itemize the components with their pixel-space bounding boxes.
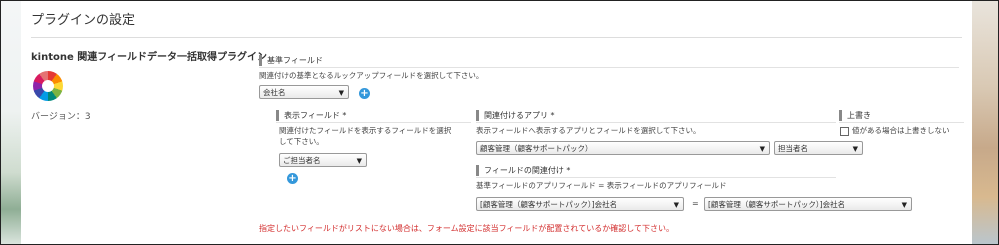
display-field-divider [276, 122, 471, 123]
title-divider [31, 37, 962, 38]
related-field-select[interactable]: 担当者名 ▼ [774, 141, 863, 155]
field-relation-label: フィールドの関連付け * [476, 165, 570, 176]
plugin-settings-panel: プラグインの設定 kintone 関連フィールドデータ一括取得プラグイン バージ… [21, 1, 972, 244]
related-app-select[interactable]: 顧客管理（顧客サポートパック） ▼ [476, 141, 770, 155]
display-field-label: 表示フィールド * [276, 110, 346, 121]
field-not-found-notice: 指定したいフィールドがリストにない場合は、フォーム設定に該当フィールドが配置され… [259, 224, 674, 233]
window-frame: プラグインの設定 kintone 関連フィールドデータ一括取得プラグイン バージ… [0, 0, 999, 245]
overwrite-label: 上書き [839, 110, 871, 121]
add-base-field-button[interactable]: + [359, 88, 370, 99]
base-field-hint: 関連付けの基準となるルックアップフィールドを選択して下さい。 [259, 71, 484, 80]
display-field-select-value: ご担当者名 [283, 156, 321, 165]
chevron-down-icon: ▼ [673, 201, 679, 209]
overwrite-checkbox-label: 値がある場合は上書きしない [852, 126, 950, 135]
base-field-select-value: 会社名 [263, 88, 286, 97]
page-title: プラグインの設定 [31, 13, 136, 28]
display-field-hint-line1: 関連付けたフィールドを表示するフィールドを選択 [279, 126, 452, 135]
field-relation-left-select[interactable]: [顧客管理（顧客サポートパック）]会社名 ▼ [476, 197, 684, 211]
color-wheel-icon [33, 71, 63, 101]
add-display-field-button[interactable]: + [287, 173, 298, 184]
related-app-hint: 表示フィールドへ表示するアプリとフィールドを選択して下さい。 [476, 126, 701, 135]
plugin-name: kintone 関連フィールドデータ一括取得プラグイン [31, 52, 268, 63]
display-field-select[interactable]: ご担当者名 ▼ [279, 153, 367, 167]
base-field-label: 基準フィールド [259, 55, 323, 66]
equals-sign: = [692, 199, 699, 208]
display-field-hint-line2: して下さい。 [279, 137, 324, 146]
chevron-down-icon: ▼ [338, 89, 344, 97]
background-right [972, 1, 998, 244]
field-relation-right-value: [顧客管理（顧客サポートパック）]会社名 [708, 200, 846, 209]
chevron-down-icon: ▼ [852, 145, 858, 153]
field-relation-divider [476, 177, 836, 178]
related-app-divider [476, 122, 836, 123]
overwrite-checkbox[interactable] [840, 127, 849, 136]
plugin-version: バージョン：3 [31, 112, 91, 122]
background-left [1, 1, 21, 244]
chevron-down-icon: ▼ [759, 145, 765, 153]
overwrite-divider [839, 122, 964, 123]
field-relation-right-select[interactable]: [顧客管理（顧客サポートパック）]会社名 ▼ [704, 197, 912, 211]
chevron-down-icon: ▼ [356, 157, 362, 165]
related-field-select-value: 担当者名 [778, 144, 808, 153]
base-field-select[interactable]: 会社名 ▼ [259, 85, 349, 99]
related-app-select-value: 顧客管理（顧客サポートパック） [480, 144, 593, 153]
field-relation-hint: 基準フィールドのアプリフィールド = 表示フィールドのアプリフィールド [476, 181, 727, 190]
related-app-label: 関連付けるアプリ * [476, 110, 555, 121]
chevron-down-icon: ▼ [901, 201, 907, 209]
base-field-divider [259, 67, 959, 68]
field-relation-left-value: [顧客管理（顧客サポートパック）]会社名 [480, 200, 618, 209]
